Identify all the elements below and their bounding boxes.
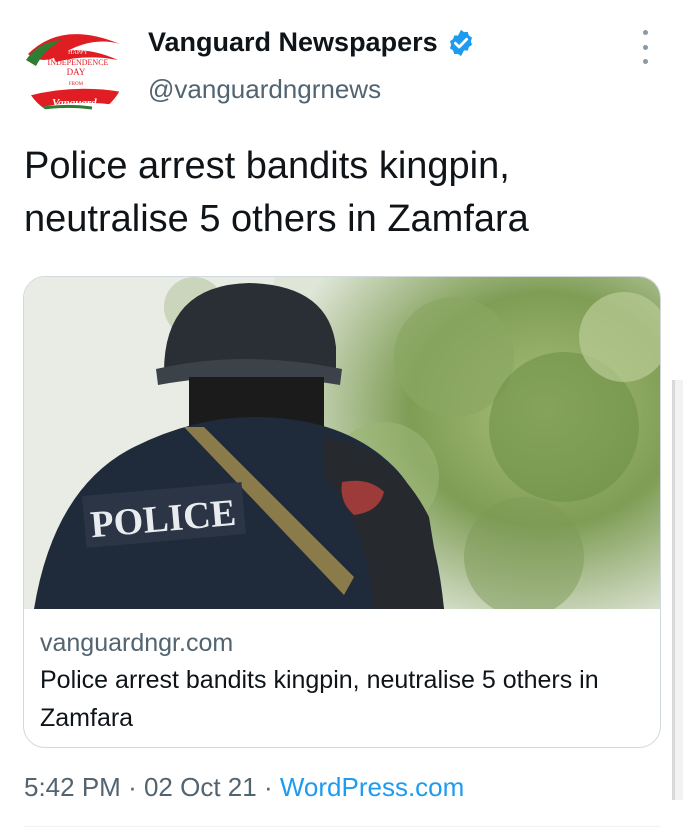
meta-separator-2: · bbox=[263, 772, 273, 802]
svg-text:DAY: DAY bbox=[67, 67, 86, 77]
card-title: Police arrest bandits kingpin, neutralis… bbox=[40, 666, 599, 732]
scrollbar[interactable] bbox=[672, 380, 683, 800]
tweet-time[interactable]: 5:42 PM bbox=[24, 772, 121, 802]
display-name-text[interactable]: Vanguard Newspapers bbox=[148, 27, 438, 58]
avatar[interactable]: HAPPY INDEPENDENCE DAY FROM Vanguard bbox=[22, 14, 126, 118]
more-vertical-icon[interactable] bbox=[630, 30, 660, 64]
svg-text:FROM: FROM bbox=[69, 82, 84, 87]
svg-text:INDEPENDENCE: INDEPENDENCE bbox=[48, 58, 109, 67]
account-handle[interactable]: @vanguardngrnews bbox=[148, 74, 381, 105]
card-image[interactable]: POLICE bbox=[24, 277, 660, 609]
tweet-text: Police arrest bandits kingpin, neutralis… bbox=[24, 145, 529, 240]
tweet-meta: 5:42 PM · 02 Oct 21 · WordPress.com bbox=[24, 772, 464, 803]
divider bbox=[24, 826, 660, 827]
tweet-source-link[interactable]: WordPress.com bbox=[280, 772, 464, 802]
card-domain: vanguardngr.com bbox=[40, 629, 234, 657]
tweet-date[interactable]: 02 Oct 21 bbox=[144, 772, 257, 802]
verified-badge-icon bbox=[446, 28, 476, 58]
svg-text:HAPPY: HAPPY bbox=[68, 50, 88, 56]
display-name[interactable]: Vanguard Newspapers bbox=[148, 27, 476, 58]
vanguard-independence-logo: HAPPY INDEPENDENCE DAY FROM Vanguard bbox=[22, 14, 126, 118]
link-card[interactable]: POLICE vanguardngr.com Police arrest ban… bbox=[23, 276, 661, 748]
meta-separator: · bbox=[128, 772, 137, 802]
